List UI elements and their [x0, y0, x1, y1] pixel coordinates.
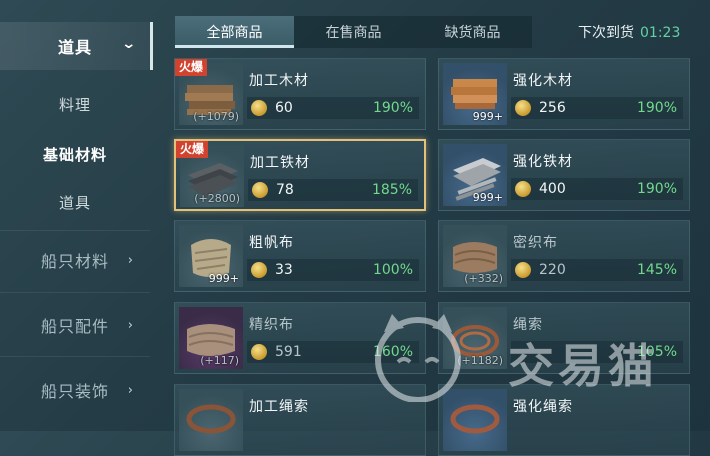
sidebar-item-cooking[interactable]: 料理 [0, 80, 150, 128]
item-price: 33 [275, 262, 293, 278]
item-thumbnail: 999+ [443, 144, 507, 206]
price-percent: 190% [636, 100, 677, 116]
item-name: 加工木材 [249, 73, 309, 89]
chevron-right-icon: › [127, 382, 134, 398]
item-card-reinforced-wood[interactable]: 999+ 强化木材 256 190% [438, 58, 690, 130]
hot-badge: 火爆 [176, 141, 209, 158]
item-thumbnail: 999+ [443, 63, 507, 125]
price-row: 33 100% [247, 259, 419, 281]
item-price: 400 [539, 181, 566, 197]
price-percent: 190% [636, 181, 677, 197]
coin-icon [251, 344, 267, 360]
product-tabs: 全部商品 在售商品 缺货商品 [175, 16, 532, 48]
coin-icon [252, 182, 268, 198]
sidebar-item-ship-parts[interactable]: 船只配件 › [0, 301, 150, 349]
coin-icon [251, 262, 267, 278]
price-row: 78 185% [248, 179, 418, 201]
chevron-right-icon: › [127, 317, 134, 333]
chevron-right-icon: › [127, 252, 134, 268]
sidebar-item-label: 道具 [57, 38, 92, 57]
item-thumbnail: 999+ [179, 225, 243, 287]
sidebar-item-label: 船只装饰 [40, 382, 109, 401]
coin-icon [515, 262, 531, 278]
stock-count: (+1079) [193, 110, 239, 123]
tab-all-products[interactable]: 全部商品 [175, 16, 294, 48]
price-row: 256 190% [511, 97, 683, 119]
sidebar-item-label: 基础材料 [42, 145, 107, 164]
price-percent: 190% [372, 100, 413, 116]
restock-time: 01:23 [640, 25, 681, 41]
sidebar-item-ship-materials[interactable]: 船只材料 › [0, 236, 150, 284]
coin-icon [515, 100, 531, 116]
sidebar-item-props[interactable]: 道具 ⌄ [0, 22, 153, 70]
watermark: 交易猫 [358, 312, 688, 403]
rope-bundle-icon [186, 404, 236, 434]
sidebar-item-label: 料理 [58, 95, 91, 114]
item-card-dense-cloth[interactable]: (+332) 密织布 220 145% [438, 220, 690, 292]
sidebar-item-label: 道具 [58, 193, 91, 212]
item-name: 精织布 [249, 317, 294, 333]
stock-count: (+117) [200, 354, 239, 367]
price-percent: 185% [371, 182, 412, 198]
watermark-text: 交易猫 [508, 339, 658, 393]
item-name: 强化铁材 [513, 154, 573, 170]
coin-icon [515, 181, 531, 197]
price-row: 220 145% [511, 259, 683, 281]
tab-on-sale[interactable]: 在售商品 [294, 16, 413, 48]
stock-count: (+2800) [194, 192, 240, 205]
item-thumbnail [179, 389, 243, 451]
cat-logo-icon [375, 314, 461, 403]
item-name: 加工铁材 [250, 155, 310, 171]
sidebar-item-props-sub[interactable]: 道具 [0, 178, 150, 226]
sidebar-item-label: 船只材料 [40, 252, 109, 271]
divider [0, 356, 150, 357]
item-card-processed-iron[interactable]: (+2800) 火爆 加工铁材 78 185% [174, 139, 426, 211]
stock-count: 999+ [208, 272, 239, 285]
divider [0, 292, 150, 293]
sidebar-item-basic-materials[interactable]: 基础材料 [0, 130, 150, 178]
stock-count: (+332) [464, 272, 503, 285]
sidebar-item-label: 船只配件 [40, 317, 109, 336]
divider [0, 230, 150, 231]
item-thumbnail: (+332) [443, 225, 507, 287]
category-sidebar: 道具 ⌄ 料理 基础材料 道具 船只材料 › 船只配件 › 船只装饰 › [0, 0, 153, 431]
item-price: 60 [275, 100, 293, 116]
tab-out-of-stock[interactable]: 缺货商品 [413, 16, 532, 48]
stock-count: 999+ [472, 110, 503, 123]
price-row: 60 190% [247, 97, 419, 119]
restock-timer: 下次到货 01:23 [578, 22, 680, 42]
item-card-reinforced-iron[interactable]: 999+ 强化铁材 400 190% [438, 139, 690, 211]
coin-icon [251, 100, 267, 116]
item-card-processed-wood[interactable]: (+1079) 火爆 加工木材 60 190% [174, 58, 426, 130]
item-name: 强化木材 [513, 73, 573, 89]
price-percent: 145% [636, 262, 677, 278]
item-price: 591 [275, 344, 302, 360]
chevron-down-icon: ⌄ [121, 36, 138, 52]
price-percent: 100% [372, 262, 413, 278]
stock-count: 999+ [472, 191, 503, 204]
item-name: 粗帆布 [249, 235, 294, 251]
item-thumbnail: (+117) [179, 307, 243, 369]
item-price: 220 [539, 262, 566, 278]
item-price: 256 [539, 100, 566, 116]
sidebar-item-ship-decor[interactable]: 船只装饰 › [0, 366, 150, 414]
item-price: 78 [276, 182, 294, 198]
hot-badge: 火爆 [175, 59, 208, 76]
item-name: 密织布 [513, 235, 558, 251]
item-name: 加工绳索 [249, 399, 309, 415]
price-row: 400 190% [511, 178, 683, 200]
item-card-coarse-canvas[interactable]: 999+ 粗帆布 33 100% [174, 220, 426, 292]
restock-label: 下次到货 [578, 25, 634, 41]
